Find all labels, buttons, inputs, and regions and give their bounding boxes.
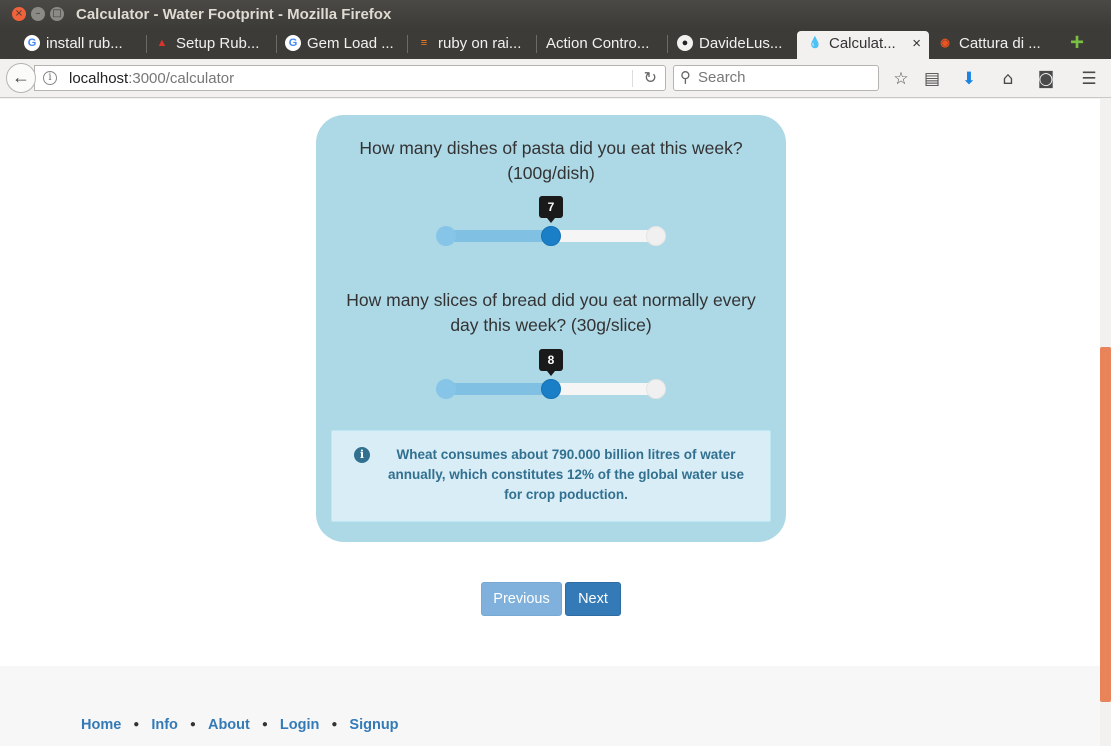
tab-label: install rub... bbox=[46, 35, 123, 52]
rails-icon: ▲ bbox=[156, 36, 168, 49]
tab-separator bbox=[536, 35, 537, 53]
tab-github-davide[interactable]: ● DavideLus... bbox=[677, 31, 792, 59]
tab-label: DavideLus... bbox=[699, 35, 783, 52]
pocket-icon[interactable]: ◙ bbox=[1035, 68, 1057, 90]
google-icon: G bbox=[24, 34, 40, 51]
search-box[interactable]: ⚲ bbox=[673, 65, 879, 91]
footer-link-about[interactable]: About bbox=[208, 717, 250, 733]
slider-min-handle bbox=[436, 379, 456, 399]
footer-nav: Home ● Info ● About ● Login ● Signup bbox=[81, 717, 399, 733]
next-button[interactable]: Next bbox=[565, 582, 621, 616]
footer-link-login[interactable]: Login bbox=[280, 717, 319, 733]
tab-calculator-active[interactable]: 💧 Calculat... × bbox=[797, 31, 929, 59]
tab-label: Calculat... bbox=[829, 35, 896, 52]
tab-setup-ruby[interactable]: ▲ Setup Rub... bbox=[154, 31, 268, 59]
slider-value-tooltip: 7 bbox=[539, 196, 563, 223]
footer-link-home[interactable]: Home bbox=[81, 717, 121, 733]
window-title: Calculator - Water Footprint - Mozilla F… bbox=[76, 6, 392, 23]
url-text[interactable]: localhost:3000/calculator bbox=[69, 70, 234, 87]
page-content: How many dishes of pasta did you eat thi… bbox=[0, 99, 1100, 746]
window-maximize-icon[interactable]: □ bbox=[50, 7, 64, 21]
url-path: :3000/calculator bbox=[128, 70, 235, 87]
bookmark-star-icon[interactable]: ☆ bbox=[890, 68, 912, 90]
previous-button[interactable]: Previous bbox=[481, 582, 562, 616]
tab-action-controller[interactable]: Action Contro... bbox=[546, 31, 664, 59]
window-minimize-icon[interactable]: – bbox=[31, 7, 45, 21]
tab-label: Action Contro... bbox=[546, 35, 650, 52]
tab-label: ruby on rai... bbox=[438, 35, 522, 52]
slider-fill bbox=[446, 230, 551, 242]
calculator-card: How many dishes of pasta did you eat thi… bbox=[316, 115, 786, 542]
scrollbar-thumb[interactable] bbox=[1100, 347, 1111, 702]
search-icon: ⚲ bbox=[680, 68, 691, 86]
tab-gem-load[interactable]: G Gem Load ... bbox=[285, 31, 403, 59]
footer-separator: ● bbox=[261, 719, 268, 730]
info-circle-icon: i bbox=[354, 447, 370, 463]
url-divider bbox=[632, 70, 633, 87]
footer-link-info[interactable]: Info bbox=[151, 717, 178, 733]
stackoverflow-icon: ≡ bbox=[420, 36, 428, 49]
slider-max-handle bbox=[646, 226, 666, 246]
tab-ruby-on-rails[interactable]: ≡ ruby on rai... bbox=[416, 31, 534, 59]
back-button[interactable]: ← bbox=[6, 63, 36, 93]
url-host: localhost bbox=[69, 70, 129, 87]
tab-label: Cattura di ... bbox=[959, 35, 1041, 52]
menu-icon[interactable]: ☰ bbox=[1078, 68, 1100, 90]
bread-slider[interactable]: 8 bbox=[436, 349, 666, 399]
question-pasta: How many dishes of pasta did you eat thi… bbox=[359, 138, 743, 183]
tab-cattura[interactable]: ◉ Cattura di ... bbox=[937, 31, 1055, 59]
github-icon: ● bbox=[677, 34, 693, 51]
home-icon[interactable]: ⌂ bbox=[997, 68, 1019, 90]
window-titlebar: × – □ Calculator - Water Footprint - Moz… bbox=[0, 0, 1111, 29]
slider-fill bbox=[446, 383, 551, 395]
site-info-icon[interactable]: i bbox=[43, 71, 57, 85]
info-alert-text: Wheat consumes about 790.000 billion lit… bbox=[387, 447, 745, 502]
footer-separator: ● bbox=[189, 719, 196, 730]
footer-link-signup[interactable]: Signup bbox=[349, 717, 398, 733]
tab-separator bbox=[146, 35, 147, 53]
footer: Home ● Info ● About ● Login ● Signup bbox=[0, 666, 1100, 746]
pasta-slider[interactable]: 7 bbox=[436, 196, 666, 246]
slider-min-handle bbox=[436, 226, 456, 246]
footer-separator: ● bbox=[133, 719, 140, 730]
reload-icon[interactable]: ↻ bbox=[644, 68, 657, 87]
slider-handle[interactable] bbox=[541, 379, 561, 399]
question-bread: How many slices of bread did you eat nor… bbox=[346, 290, 756, 335]
tab-close-icon[interactable]: × bbox=[912, 31, 921, 57]
footer-separator: ● bbox=[331, 719, 338, 730]
tab-strip: Ginstall rub... ▲ Setup Rub... G Gem Load … bbox=[0, 29, 1111, 59]
tab-label: Setup Rub... bbox=[176, 35, 260, 52]
search-input[interactable] bbox=[698, 69, 868, 86]
downloads-icon[interactable]: ⬇ bbox=[958, 68, 980, 90]
new-tab-icon[interactable]: + bbox=[1068, 31, 1086, 55]
ubuntu-icon: ◉ bbox=[940, 36, 950, 49]
info-alert: i Wheat consumes about 790.000 billion l… bbox=[331, 430, 771, 522]
slider-max-handle bbox=[646, 379, 666, 399]
url-bar[interactable]: i localhost:3000/calculator ↻ bbox=[34, 65, 666, 91]
tab-install-ruby[interactable]: Ginstall rub... bbox=[24, 31, 142, 59]
tab-separator bbox=[667, 35, 668, 53]
tab-separator bbox=[407, 35, 408, 53]
water-drop-icon: 💧 bbox=[808, 36, 822, 49]
reading-list-icon[interactable]: ▤ bbox=[921, 68, 943, 90]
slider-handle[interactable] bbox=[541, 226, 561, 246]
tab-label: Gem Load ... bbox=[307, 35, 394, 52]
navigation-bar: i localhost:3000/calculator ↻ ← ⚲ ☆ ▤ ⬇ … bbox=[0, 59, 1111, 98]
slider-value-tooltip: 8 bbox=[539, 349, 563, 376]
tab-separator bbox=[276, 35, 277, 53]
window-close-icon[interactable]: × bbox=[12, 7, 26, 21]
google-icon: G bbox=[285, 34, 301, 51]
